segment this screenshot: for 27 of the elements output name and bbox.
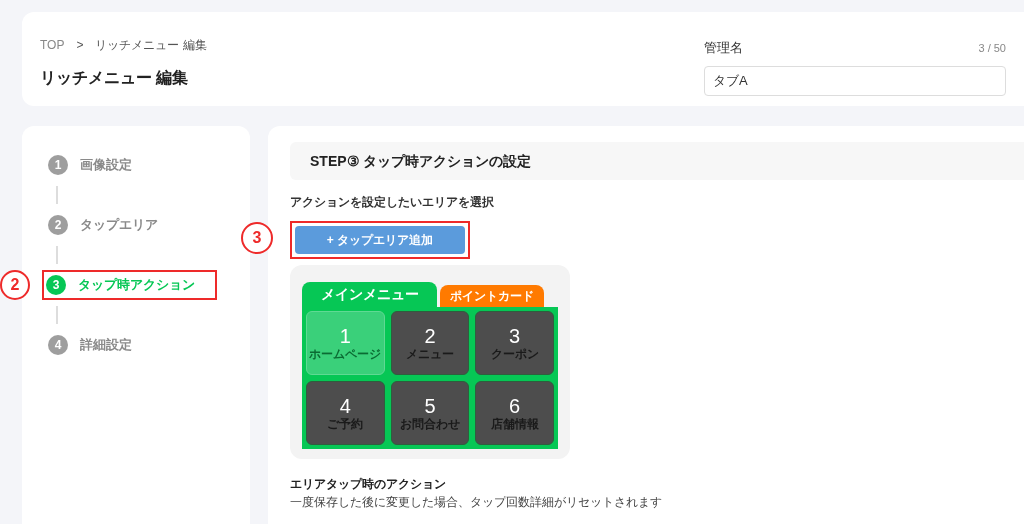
step-item[interactable]: 1 画像設定 <box>46 150 134 180</box>
menu-tab[interactable]: ポイントカード <box>440 285 544 307</box>
area-number: 2 <box>424 325 436 347</box>
field-label: 管理名 <box>704 39 743 57</box>
area-label: ホームページ <box>309 347 382 361</box>
area-number: 4 <box>339 395 351 417</box>
page-title: リッチメニュー 編集 <box>40 68 190 88</box>
menu-area[interactable]: 1 ホームページ <box>306 311 385 375</box>
name-input[interactable]: タブA <box>704 65 1006 96</box>
annotation-number: 3 <box>241 222 273 254</box>
area-number: 1 <box>339 325 351 347</box>
step-item[interactable]: 2 タップエリア <box>46 210 160 240</box>
area-number: 6 <box>509 395 521 417</box>
annotation-number: 2 <box>0 270 30 300</box>
section-title: STEP③ タップ時アクションの設定 <box>310 151 532 171</box>
breadcrumb-separator: > <box>76 37 84 54</box>
menu-tab[interactable]: メインメニュー <box>302 282 437 307</box>
step-item[interactable]: 4 詳細設定 <box>46 330 134 360</box>
warning-text: 一度保存した後に変更した場合、タップ回数詳細がリセットされます <box>290 494 663 511</box>
step-item[interactable]: 3 タップ時アクション <box>42 270 217 300</box>
section-heading: エリアタップ時のアクション <box>290 476 447 493</box>
character-counter: 3 / 50 <box>978 40 1006 56</box>
add-area-button[interactable]: + タップエリア追加 <box>295 226 465 254</box>
area-number: 3 <box>509 325 521 347</box>
instruction-text: アクションを設定したいエリアを選択 <box>290 194 495 211</box>
area-number: 5 <box>424 395 436 417</box>
breadcrumb-link[interactable]: TOP <box>40 36 65 54</box>
